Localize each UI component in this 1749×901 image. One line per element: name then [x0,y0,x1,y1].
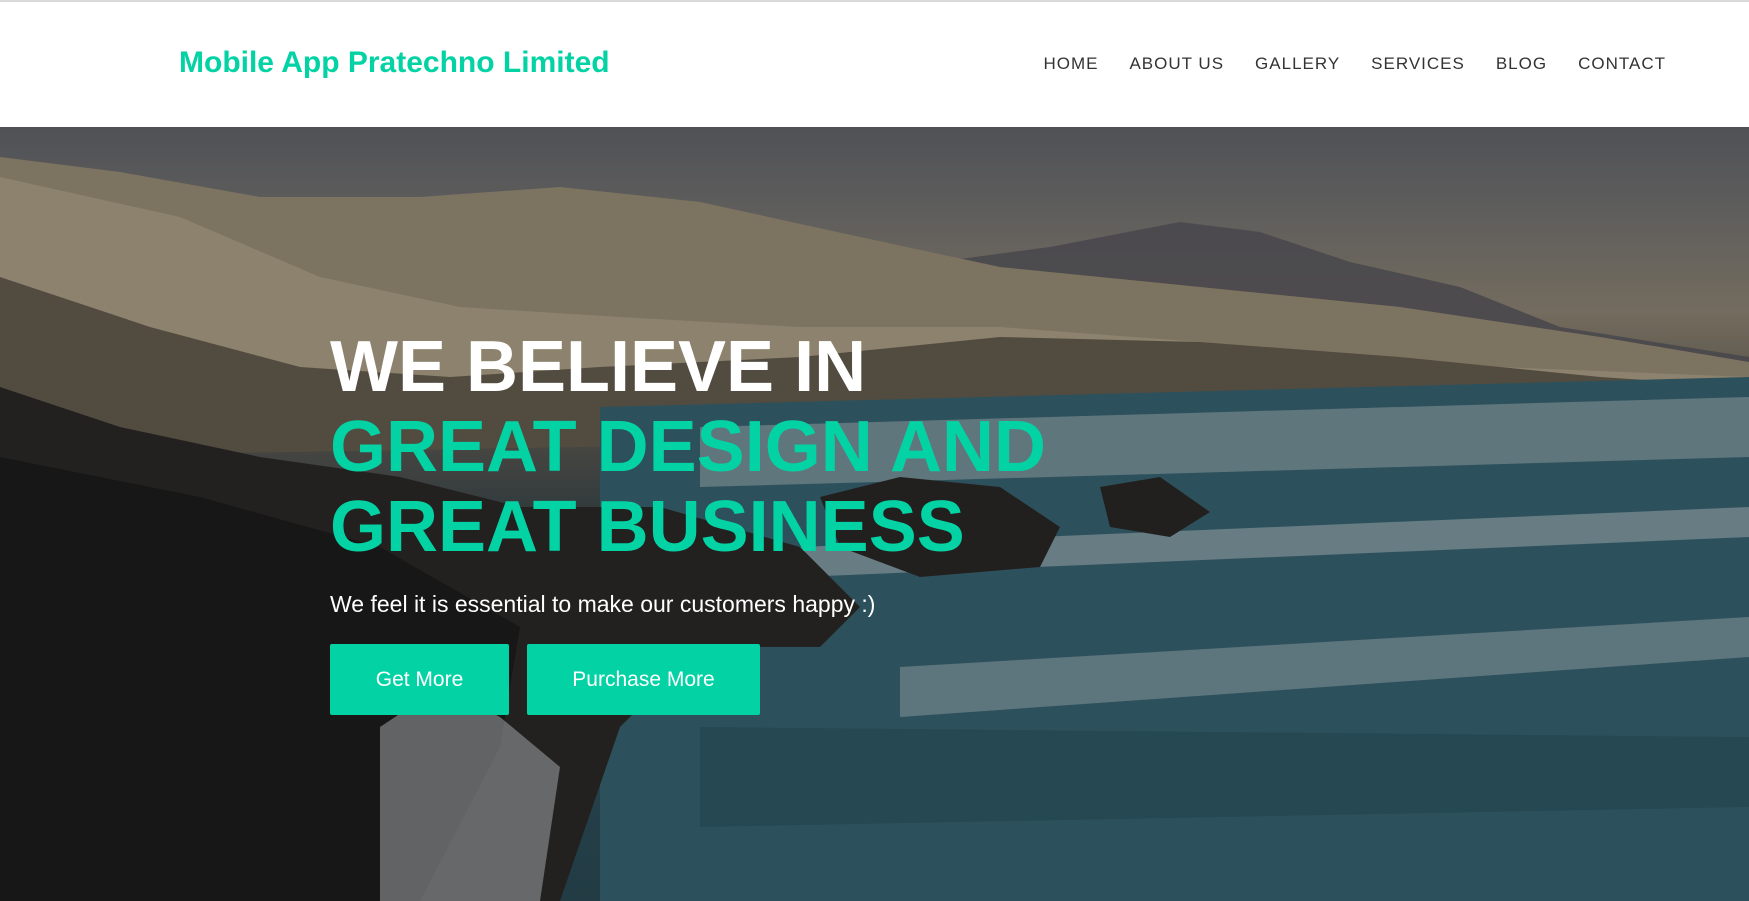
nav-blog[interactable]: BLOG [1496,54,1547,74]
purchase-more-button[interactable]: Purchase More [527,644,760,715]
site-header: Mobile App Pratechno Limited HOME ABOUT … [0,2,1749,127]
hero-heading-line-3: GREAT BUSINESS [330,487,965,567]
hero-section: WE BELIEVE IN GREAT DESIGN AND GREAT BUS… [0,127,1749,901]
get-more-button[interactable]: Get More [330,644,509,715]
hero-heading-line-1: WE BELIEVE IN [330,327,867,407]
hero-heading-line-2: GREAT DESIGN AND [330,407,1047,487]
nav-contact[interactable]: CONTACT [1578,54,1666,74]
main-nav: HOME ABOUT US GALLERY SERVICES BLOG CONT… [1043,54,1666,74]
hero-content: WE BELIEVE IN GREAT DESIGN AND GREAT BUS… [330,327,1230,715]
nav-services[interactable]: SERVICES [1371,54,1465,74]
nav-gallery[interactable]: GALLERY [1255,54,1340,74]
nav-home[interactable]: HOME [1043,54,1098,74]
hero-tagline: We feel it is essential to make our cust… [330,591,876,617]
nav-about-us[interactable]: ABOUT US [1129,54,1224,74]
hero-buttons: Get More Purchase More [330,644,1230,715]
brand-logo-link[interactable]: Mobile App Pratechno Limited [179,46,610,80]
